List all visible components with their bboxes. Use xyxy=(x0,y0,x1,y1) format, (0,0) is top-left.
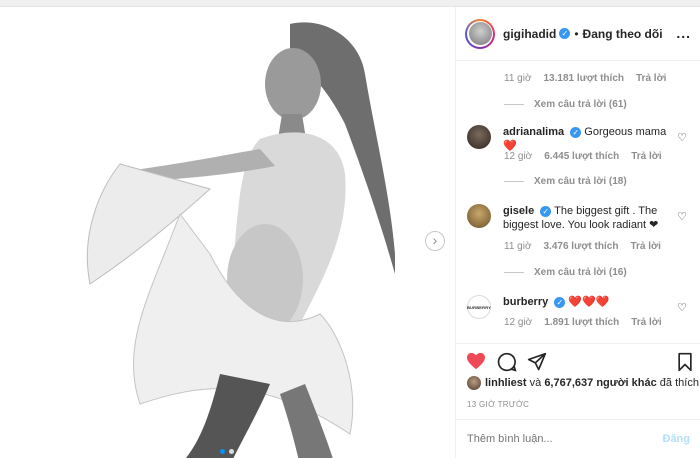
commenter-avatar[interactable]: BURBERRY xyxy=(467,295,491,319)
comment-likes[interactable]: 3.476 lượt thích xyxy=(544,241,619,252)
share-paper-plane-icon[interactable] xyxy=(527,352,547,377)
save-bookmark-icon[interactable] xyxy=(677,352,693,377)
liked-by-username[interactable]: linhliest xyxy=(485,377,527,389)
like-heart-icon[interactable] xyxy=(466,352,486,375)
view-replies-button[interactable]: Xem câu trả lời (61) xyxy=(504,99,627,110)
liked-by-verb: đã thích xyxy=(659,377,699,389)
liked-by-others[interactable]: người khác xyxy=(596,377,656,389)
liked-by-summary: linhliest và 6,767,637 người khác đã thí… xyxy=(467,376,699,390)
author-avatar[interactable] xyxy=(465,18,495,49)
comment-meta: 11 giờ 3.476 lượt thích Trả lời xyxy=(504,241,661,252)
verified-badge-icon: ✓ xyxy=(559,28,571,39)
comment-likes[interactable]: 1.891 lượt thích xyxy=(544,317,619,328)
post-photo xyxy=(60,14,395,458)
commenter-avatar[interactable] xyxy=(467,125,491,149)
like-comment-heart-icon[interactable]: ♡ xyxy=(677,131,687,144)
reply-button[interactable]: Trả lời xyxy=(630,241,660,252)
follow-status-button[interactable]: Đang theo dõi xyxy=(583,27,663,41)
comment-meta: 12 giờ 6.445 lượt thích Trả lời xyxy=(504,151,662,162)
view-replies-button[interactable]: Xem câu trả lời (16) xyxy=(504,267,627,278)
comment-meta: 12 giờ 1.891 lượt thích Trả lời xyxy=(504,317,662,328)
view-replies-button[interactable]: Xem câu trả lời (18) xyxy=(504,176,627,187)
commenter-username[interactable]: adrianalima xyxy=(503,126,564,138)
post-timestamp[interactable]: 13 GIỜ TRƯỚC xyxy=(467,400,529,409)
next-slide-button[interactable]: › xyxy=(425,231,445,251)
commenter-username[interactable]: burberry xyxy=(503,296,548,308)
comment-text: ❤️❤️❤️ xyxy=(568,296,610,308)
like-comment-heart-icon[interactable]: ♡ xyxy=(677,301,687,314)
like-comment-heart-icon[interactable]: ♡ xyxy=(677,210,687,223)
author-username[interactable]: gigihadid xyxy=(503,27,556,41)
comment-time: 11 giờ xyxy=(504,241,532,252)
reply-button[interactable]: Trả lời xyxy=(631,317,661,328)
post-side-panel: gigihadid ✓ • Đang theo dõi ... 11 giờ 1… xyxy=(455,7,700,458)
carousel-dots xyxy=(220,449,234,454)
comment-bubble-icon[interactable] xyxy=(497,352,517,377)
comment-item: adrianalima ✓ Gorgeous mama ❤️ xyxy=(467,125,692,153)
commenter-avatar[interactable] xyxy=(467,204,491,228)
comment-time: 12 giờ xyxy=(504,317,533,328)
post-comment-button[interactable]: Đăng xyxy=(663,433,691,445)
header-separator: • xyxy=(574,26,579,41)
verified-badge-icon: ✓ xyxy=(570,126,582,138)
reply-button[interactable]: Trả lời xyxy=(636,73,666,84)
comment-likes[interactable]: 13.181 lượt thích xyxy=(544,73,625,84)
more-options-icon[interactable]: ... xyxy=(676,25,691,41)
verified-badge-icon: ✓ xyxy=(554,296,566,308)
comment-time: 12 giờ xyxy=(504,151,533,162)
comment-item: gisele ✓ The biggest gift . The biggest … xyxy=(467,204,692,232)
comment-likes[interactable]: 6.445 lượt thích xyxy=(544,151,619,162)
burberry-logo-icon: BURBERRY xyxy=(466,304,492,310)
comment-meta: 11 giờ 13.181 lượt thích Trả lời xyxy=(504,73,666,84)
post-media-area: › xyxy=(0,7,455,458)
add-comment-input[interactable] xyxy=(467,433,663,445)
verified-badge-icon: ✓ xyxy=(540,205,552,217)
browser-top-strip xyxy=(0,0,700,7)
comment-time: 11 giờ xyxy=(504,73,532,84)
liked-by-count[interactable]: 6,767,637 xyxy=(544,377,593,389)
commenter-username[interactable]: gisele xyxy=(503,205,534,217)
liked-by-avatar[interactable] xyxy=(467,376,481,390)
post-header: gigihadid ✓ • Đang theo dõi ... xyxy=(456,7,700,61)
comments-list: 11 giờ 13.181 lượt thích Trả lời Xem câu… xyxy=(456,61,700,343)
reply-button[interactable]: Trả lời xyxy=(631,151,661,162)
carousel-dot-active xyxy=(220,449,225,454)
liked-by-conj: và xyxy=(529,377,542,389)
carousel-dot xyxy=(229,449,234,454)
add-comment-bar: Đăng xyxy=(456,419,700,458)
comment-item: BURBERRY burberry ✓ ❤️❤️❤️ xyxy=(467,295,692,319)
